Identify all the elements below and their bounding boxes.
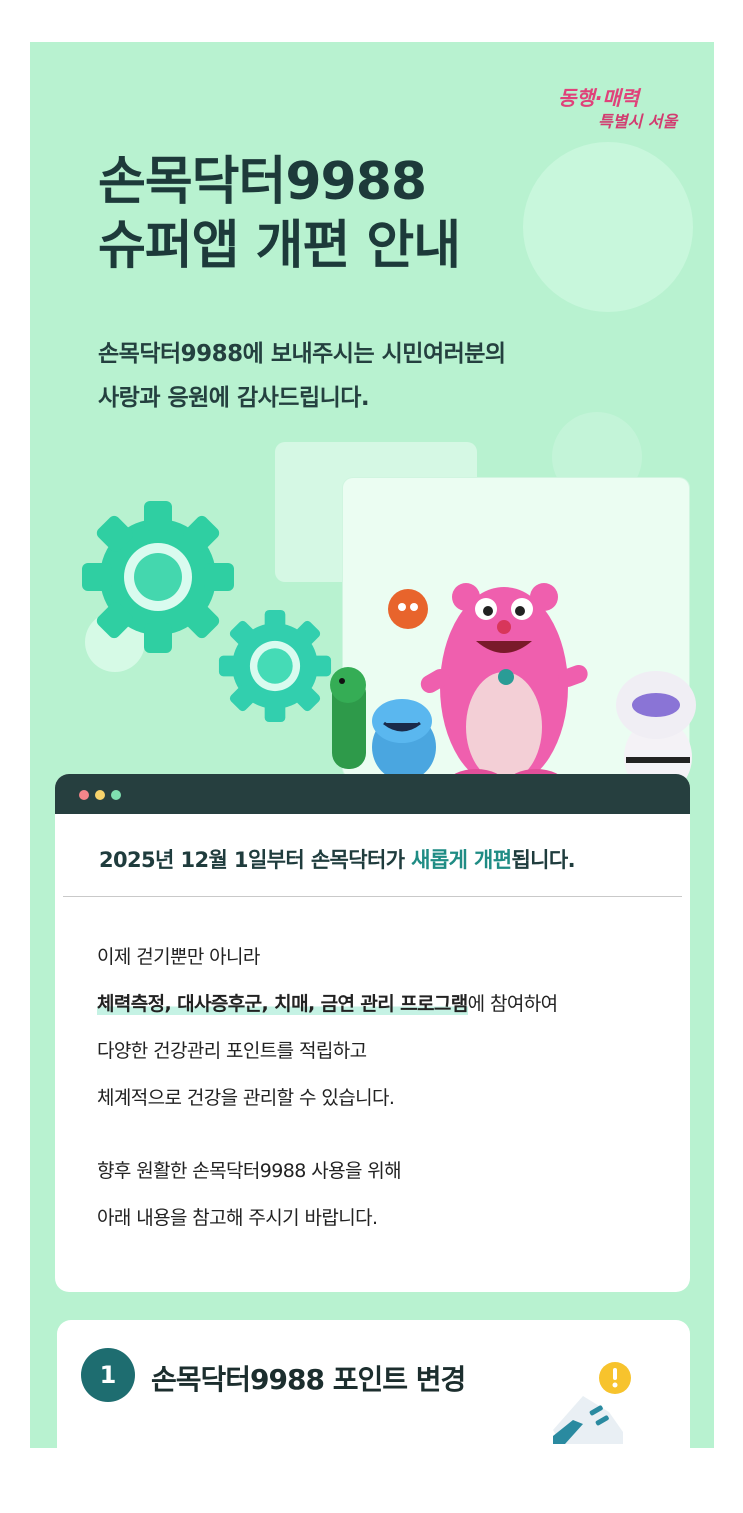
logo-line2: 특별시 서울 [598,112,678,131]
gear-icon [82,501,234,653]
maximize-dot-icon [111,790,121,800]
notice-window: 2025년 12월 1일부터 손목닥터가 새롭게 개편됩니다. 이제 걷기뿐만 … [55,774,690,1292]
body-line: 체력측정, 대사증후군, 치매, 금연 관리 프로그램에 참여하여 [97,981,558,1028]
gear-icon [218,609,332,723]
notice-poster: 동행·매력 특별시 서울 손목닥터9988 슈퍼앱 개편 안내 손목닥터9988… [30,42,714,1448]
green-character [330,667,366,769]
body-line: 아래 내용을 참고해 주시기 바랍니다. [97,1207,378,1229]
decor-circle [523,142,693,312]
seoul-logo: 동행·매력 특별시 서울 [558,82,688,138]
pink-character [420,583,588,797]
notice-heading: 2025년 12월 1일부터 손목닥터가 새롭게 개편됩니다. [99,844,576,874]
title-line2: 슈퍼앱 개편 안내 [98,216,461,276]
orange-character [388,589,428,629]
sneaker-icon [553,1362,631,1444]
heading-accent: 새롭게 개편 [411,848,512,872]
blue-character [372,699,436,781]
body-line: 향후 원활한 손목닥터9988 사용을 위해 [97,1160,402,1182]
logo-line1: 동행·매력 [558,86,640,110]
body-line-rest: 에 참여하여 [467,993,558,1015]
body-line: 다양한 건강관리 포인트를 적립하고 [97,1040,367,1062]
heading-suffix: 됩니다. [511,848,575,872]
section-number-badge: 1 [81,1348,135,1402]
page-subtitle: 손목닥터9988에 보내주시는 시민여러분의 사랑과 응원에 감사드립니다. [98,332,506,420]
section-card: 1 손목닥터9988 포인트 변경 [57,1320,690,1448]
section-title: 손목닥터9988 포인트 변경 [151,1363,466,1396]
body-line: 체계적으로 건강을 관리할 수 있습니다. [97,1087,395,1109]
highlighted-programs: 체력측정, 대사증후군, 치매, 금연 관리 프로그램 [97,993,468,1015]
heading-prefix: 2025년 12월 1일부터 손목닥터가 [99,848,412,872]
divider [63,896,682,897]
subtitle-line2: 사랑과 응원에 감사드립니다. [98,385,370,411]
mascot-characters [330,583,696,797]
notice-body: 이제 걷기뿐만 아니라 체력측정, 대사증후군, 치매, 금연 관리 프로그램에… [97,934,558,1242]
title-line1: 손목닥터9988 [98,152,427,212]
minimize-dot-icon [95,790,105,800]
page-title: 손목닥터9988 슈퍼앱 개편 안내 [98,150,461,278]
window-title-bar [55,774,690,814]
close-dot-icon [79,790,89,800]
body-line: 이제 걷기뿐만 아니라 [97,946,260,968]
subtitle-line1: 손목닥터9988에 보내주시는 시민여러분의 [98,341,506,367]
